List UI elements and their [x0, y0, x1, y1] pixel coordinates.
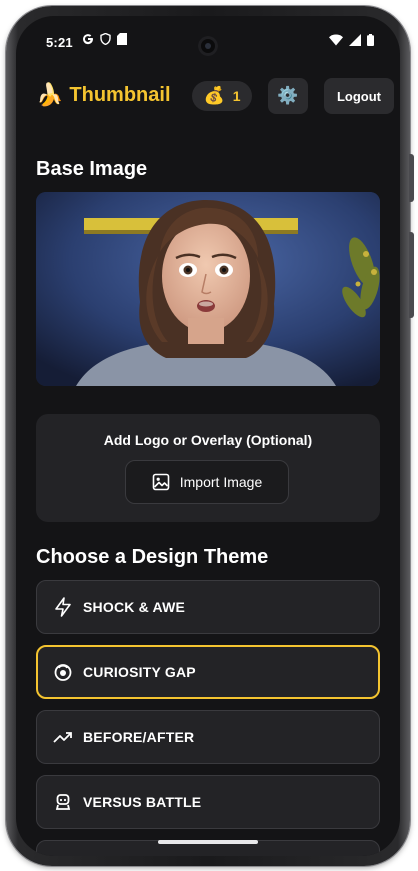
image-icon: [152, 473, 170, 491]
theme-label: CURIOSITY GAP: [83, 664, 196, 680]
theme-label: SHOCK & AWE: [83, 599, 186, 615]
front-camera: [198, 36, 218, 56]
theme-curiosity-gap[interactable]: CURIOSITY GAP: [36, 645, 380, 699]
gear-icon: ⚙️: [277, 86, 299, 105]
banana-icon: 🍌: [36, 82, 64, 107]
logo-overlay-label: Add Logo or Overlay (Optional): [103, 432, 313, 448]
app-screen: 5:21 🍌 Thumbnail 💰 1 ⚙️ Logout Base Imag…: [16, 16, 400, 856]
phone-frame: 5:21 🍌 Thumbnail 💰 1 ⚙️ Logout Base Imag…: [6, 6, 414, 866]
power-button: [409, 154, 414, 202]
brain-icon: [53, 662, 73, 682]
volume-button: [409, 232, 414, 318]
robot-icon: [53, 792, 73, 812]
app-header: 🍌 Thumbnail 💰 1 ⚙️ Logout: [36, 78, 394, 114]
design-theme-title: Choose a Design Theme: [36, 546, 269, 568]
logout-button[interactable]: Logout: [324, 78, 394, 114]
import-image-label: Import Image: [179, 474, 263, 490]
theme-before-after[interactable]: BEFORE/AFTER: [36, 710, 380, 764]
lightning-icon: [53, 597, 73, 617]
status-left-icons: [82, 33, 127, 45]
import-image-button[interactable]: Import Image: [125, 460, 289, 504]
google-icon: [83, 34, 94, 45]
shield-icon: [100, 33, 111, 45]
settings-button[interactable]: ⚙️: [268, 78, 308, 114]
coin-count: 1: [232, 88, 241, 104]
theme-label: VERSUS BATTLE: [83, 794, 202, 810]
signal-icon: [349, 34, 361, 46]
coin-balance[interactable]: 💰 1: [192, 81, 252, 111]
base-image-title: Base Image: [36, 158, 148, 180]
status-bar: 5:21: [16, 16, 400, 60]
status-time: 5:21: [46, 35, 73, 50]
base-image[interactable]: [36, 192, 380, 386]
base-image-picture: [36, 192, 380, 386]
wifi-icon: [329, 34, 343, 46]
trending-up-icon: [53, 727, 73, 747]
theme-label: BEFORE/AFTER: [83, 729, 195, 745]
logo-overlay-card: Add Logo or Overlay (Optional) Import Im…: [36, 414, 380, 522]
home-indicator: [158, 840, 258, 844]
theme-versus-battle[interactable]: VERSUS BATTLE: [36, 775, 380, 829]
battery-icon: [367, 34, 374, 46]
theme-shock-and-awe[interactable]: SHOCK & AWE: [36, 580, 380, 634]
status-right-icons: [329, 34, 374, 46]
app-title: Thumbnail: [69, 84, 171, 106]
app-brand: 🍌 Thumbnail: [36, 80, 171, 110]
sd-card-icon: [117, 33, 127, 45]
money-bag-icon: 💰: [203, 86, 225, 105]
